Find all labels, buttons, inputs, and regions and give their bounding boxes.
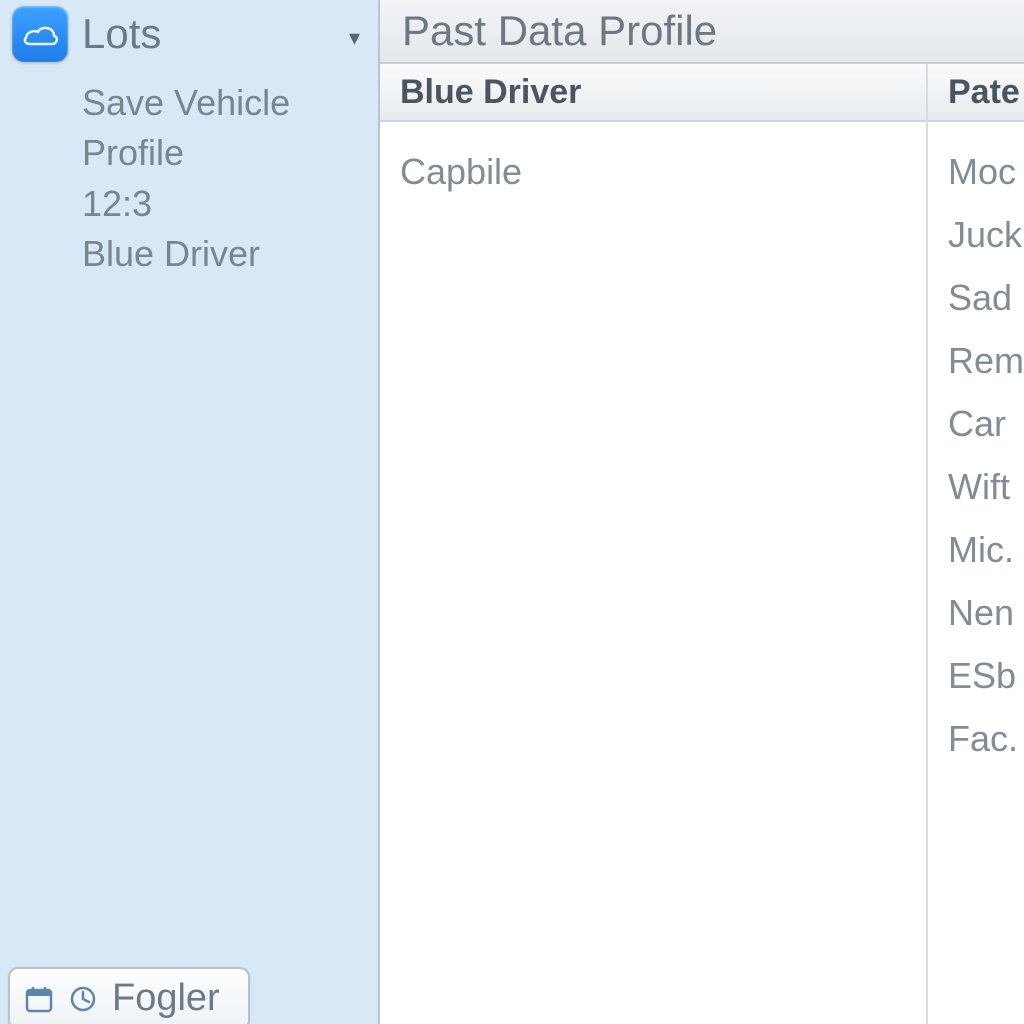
table-cell[interactable]: Nen (948, 581, 1024, 644)
data-table: Blue Driver Capbile Pate Moc Juck Sad Re… (380, 64, 1024, 1024)
calendar-icon (24, 984, 54, 1014)
table-cell[interactable]: ESb (948, 644, 1024, 707)
page-title: Past Data Profile (380, 0, 1024, 64)
column-header[interactable]: Pate (928, 64, 1024, 122)
table-cell[interactable]: Juck (948, 203, 1024, 266)
sidebar-title: Lots (82, 10, 349, 58)
sidebar-item[interactable]: 12:3 (82, 179, 378, 229)
table-cell[interactable]: Mic. (948, 518, 1024, 581)
table-cell[interactable]: Car (948, 392, 1024, 455)
fogler-button-label: Fogler (112, 977, 220, 1020)
main-panel: Past Data Profile Blue Driver Capbile Pa… (380, 0, 1024, 1024)
table-cell[interactable]: Fac. (948, 707, 1024, 770)
table-cell[interactable]: Wift (948, 455, 1024, 518)
table-column: Blue Driver Capbile (380, 64, 928, 1024)
sidebar: Lots ▾ Save Vehicle Profile 12:3 Blue Dr… (0, 0, 380, 1024)
fogler-button[interactable]: Fogler (8, 967, 250, 1024)
table-column: Pate Moc Juck Sad Rem Car Wift Mic. Nen … (928, 64, 1024, 1024)
chevron-down-icon[interactable]: ▾ (349, 17, 368, 51)
sidebar-bottom: Fogler (0, 967, 378, 1024)
column-body: Capbile (380, 122, 926, 1024)
sidebar-item[interactable]: Profile (82, 128, 378, 178)
sidebar-header[interactable]: Lots ▾ (0, 0, 378, 64)
table-cell[interactable]: Sad (948, 266, 1024, 329)
sidebar-item[interactable]: Blue Driver (82, 229, 378, 279)
column-header[interactable]: Blue Driver (380, 64, 926, 122)
table-cell[interactable]: Rem (948, 329, 1024, 392)
table-cell[interactable]: Moc (948, 140, 1024, 203)
app-root: Lots ▾ Save Vehicle Profile 12:3 Blue Dr… (0, 0, 1024, 1024)
table-cell[interactable]: Capbile (400, 140, 926, 203)
lots-app-icon (12, 6, 68, 62)
sidebar-list: Save Vehicle Profile 12:3 Blue Driver (0, 64, 378, 280)
sidebar-item[interactable]: Save Vehicle (82, 78, 378, 128)
clock-icon (68, 984, 98, 1014)
column-body: Moc Juck Sad Rem Car Wift Mic. Nen ESb F… (928, 122, 1024, 1024)
